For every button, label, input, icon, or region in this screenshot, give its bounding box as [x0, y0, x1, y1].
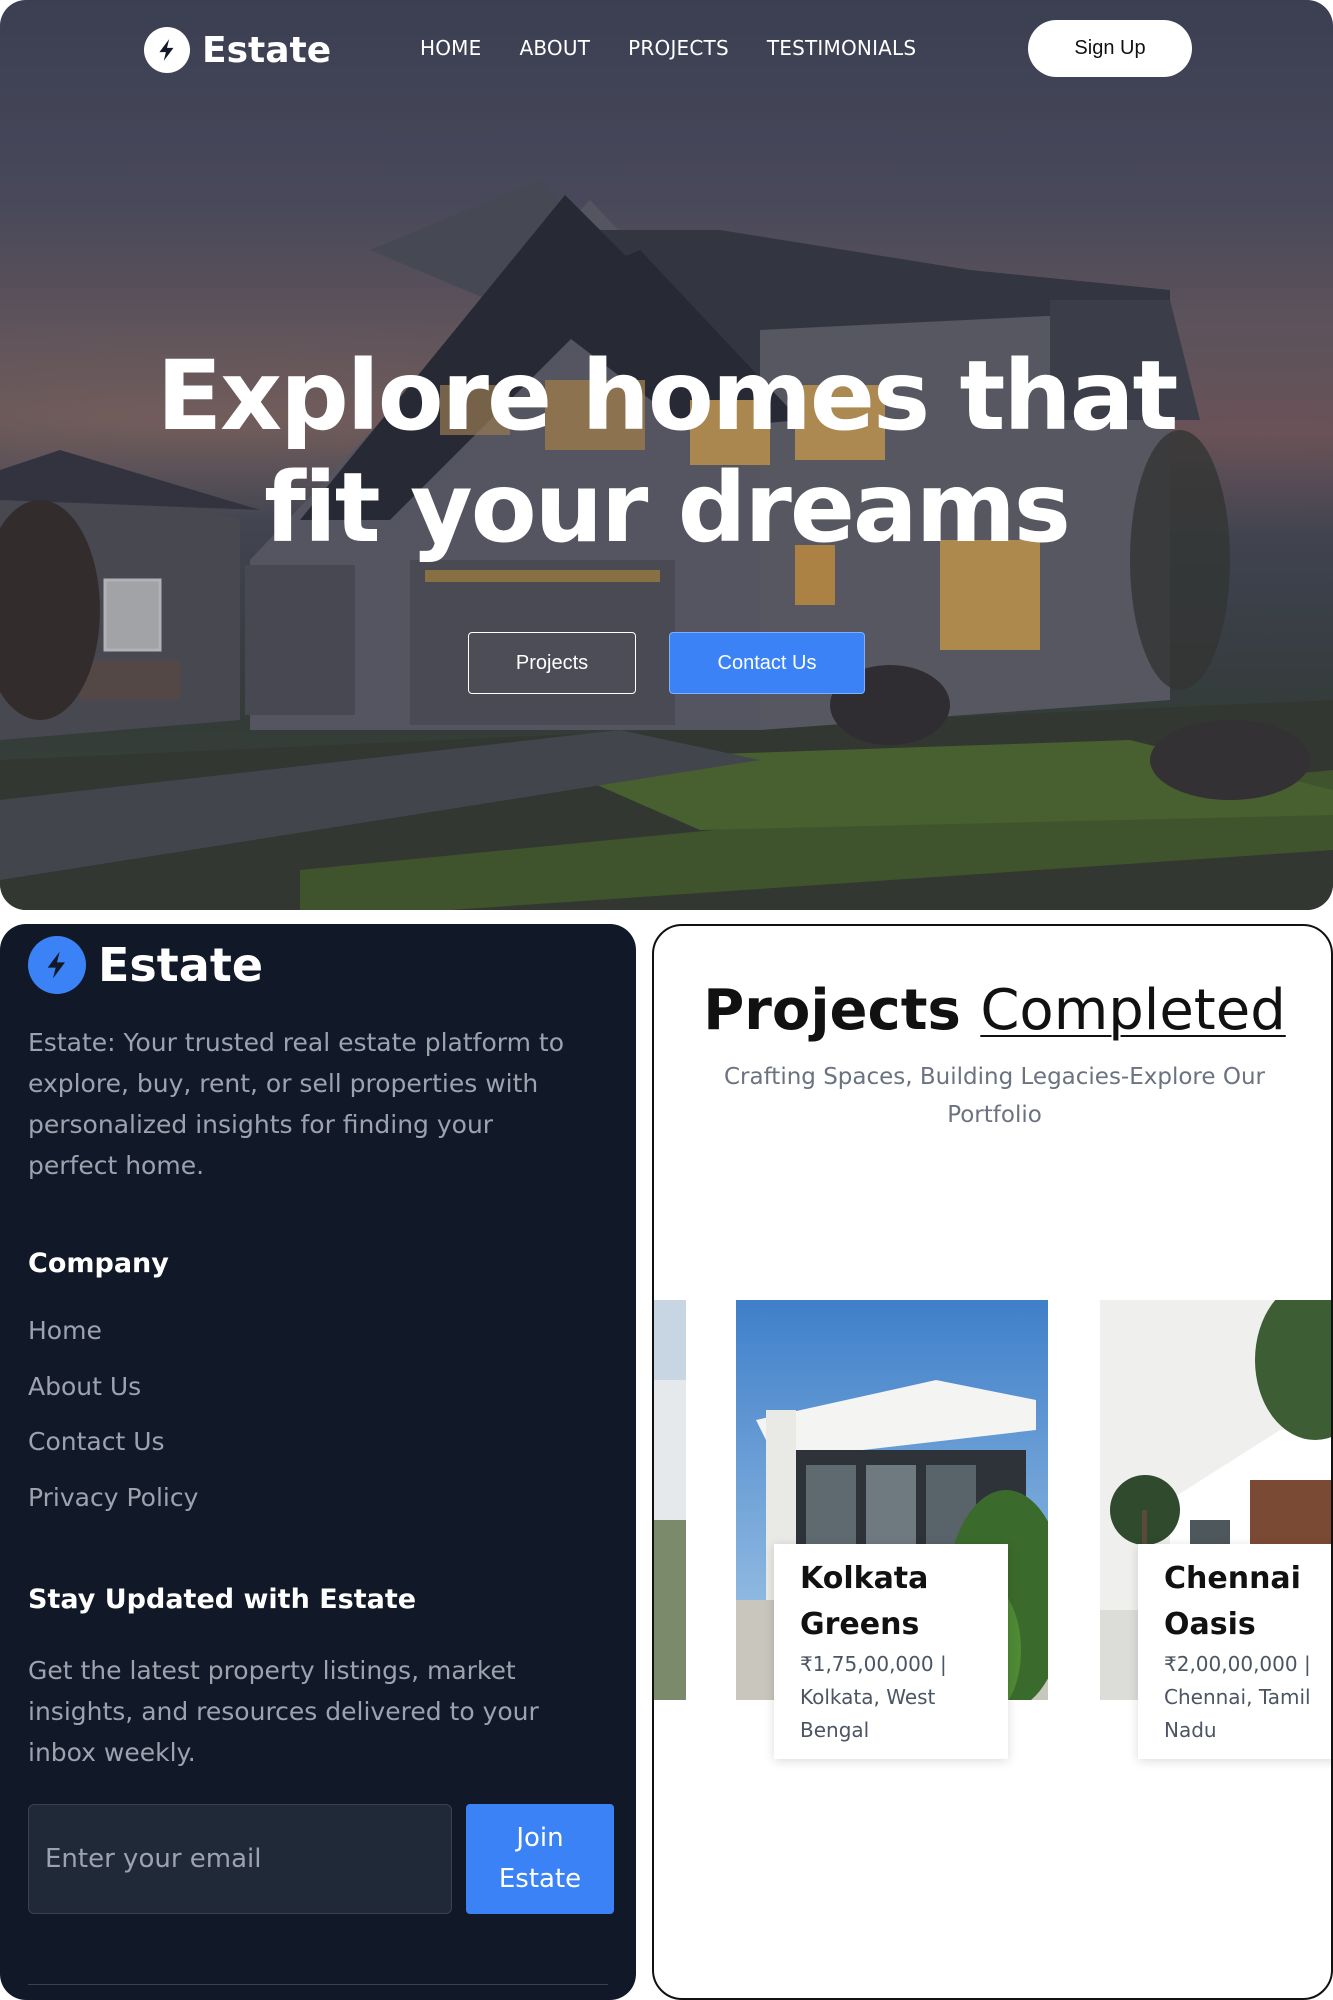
hero-title-line-1: Explore homes that: [156, 340, 1179, 452]
footer-logo[interactable]: Estate: [28, 936, 263, 994]
project-meta: ₹2,00,00,000 | Chennai, Tamil Nadu: [1164, 1648, 1331, 1747]
join-estate-button[interactable]: Join Estate: [466, 1804, 614, 1914]
project-meta: ₹1,75,00,000 | Kolkata, West Bengal: [800, 1648, 984, 1747]
email-input[interactable]: [28, 1804, 452, 1914]
newsletter-heading: Stay Updated with Estate: [28, 1584, 417, 1615]
lightning-logo-icon: [28, 936, 86, 994]
hero-title-line-2: fit your dreams: [264, 452, 1071, 564]
meta-separator: |: [939, 1652, 947, 1676]
footer-link-home[interactable]: Home: [28, 1316, 198, 1372]
join-label-line-1: Join: [516, 1823, 564, 1853]
footer-divider: [28, 1984, 608, 1985]
footer-link-contact-us[interactable]: Contact Us: [28, 1427, 198, 1483]
hero-section: Estate HOME ABOUT PROJECTS TESTIMONIALS …: [0, 0, 1333, 910]
project-name: Kolkata Greens: [800, 1561, 929, 1642]
projects-subtitle: Crafting Spaces, Building Legacies-Explo…: [724, 1064, 1265, 1128]
footer-link-about-us[interactable]: About Us: [28, 1372, 198, 1428]
hero-buttons: Projects Contact Us: [0, 632, 1333, 694]
hero-title: Explore homes that fit your dreams: [80, 340, 1253, 564]
brand-name: Estate: [202, 29, 332, 71]
footer-description: Estate: Your trusted real estate platfor…: [28, 1028, 565, 1180]
contact-us-button[interactable]: Contact Us: [669, 632, 865, 694]
project-location: Kolkata, West Bengal: [800, 1685, 936, 1742]
top-nav: Estate HOME ABOUT PROJECTS TESTIMONIALS …: [0, 0, 1333, 100]
newsletter-description: Get the latest property listings, market…: [28, 1656, 539, 1767]
previous-project-image[interactable]: [654, 1300, 686, 1700]
projects-title-bold: Projects: [703, 978, 961, 1043]
project-card-chennai[interactable]: Chennai Oasis ₹2,00,00,000 | Chennai, Ta…: [1138, 1544, 1331, 1759]
project-card-kolkata[interactable]: Kolkata Greens ₹1,75,00,000 | Kolkata, W…: [774, 1544, 1008, 1759]
projects-title-light: Completed: [980, 978, 1286, 1043]
project-location: Chennai, Tamil Nadu: [1164, 1685, 1311, 1742]
lightning-logo-icon: [144, 27, 190, 73]
nav-link-projects[interactable]: PROJECTS: [628, 36, 729, 60]
project-price: ₹2,00,00,000: [1164, 1652, 1298, 1676]
nav-logo[interactable]: Estate: [144, 27, 331, 73]
nav-link-home[interactable]: HOME: [420, 36, 481, 60]
footer-panel: Estate Estate: Your trusted real estate …: [0, 924, 636, 2000]
meta-separator: |: [1303, 1652, 1311, 1676]
nav-links: HOME ABOUT PROJECTS TESTIMONIALS: [420, 36, 916, 60]
company-heading: Company: [28, 1248, 169, 1279]
projects-panel: Projects Completed Crafting Spaces, Buil…: [652, 924, 1333, 2000]
project-name: Chennai Oasis: [1164, 1561, 1301, 1642]
join-label-line-2: Estate: [498, 1864, 582, 1894]
sign-up-button[interactable]: Sign Up: [1028, 20, 1192, 77]
nav-link-about[interactable]: ABOUT: [519, 36, 590, 60]
projects-button[interactable]: Projects: [468, 632, 636, 694]
company-links: Home About Us Contact Us Privacy Policy: [28, 1316, 198, 1538]
nav-link-testimonials[interactable]: TESTIMONIALS: [767, 36, 916, 60]
projects-title: Projects Completed: [654, 978, 1331, 1043]
project-price: ₹1,75,00,000: [800, 1652, 934, 1676]
footer-link-privacy-policy[interactable]: Privacy Policy: [28, 1483, 198, 1539]
footer-brand-name: Estate: [98, 938, 264, 992]
